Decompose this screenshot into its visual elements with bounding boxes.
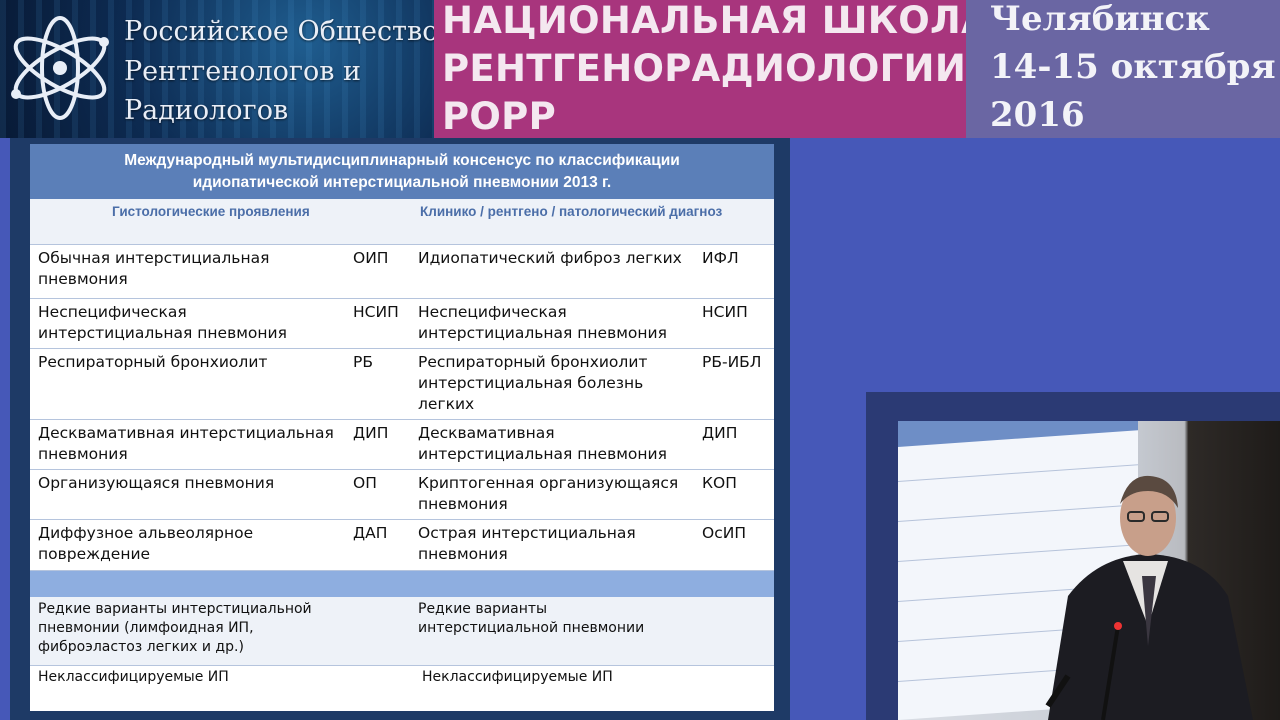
histology-abbr: РБ <box>353 353 373 371</box>
org-name-line-2: Рентгенологов и <box>124 56 362 87</box>
header-banner: Российское Общество Рентгенологов и Ради… <box>0 0 1280 138</box>
diagnosis-abbr: ДИП <box>702 424 738 442</box>
event-dates: 14-15 октября <box>990 47 1276 87</box>
rare-left-text: Редкие варианты интерстициальной <box>38 601 312 617</box>
rare-right-text: интерстициальной пневмонии <box>418 620 645 636</box>
event-year: 2016 <box>990 95 1085 135</box>
rare-variants-row: Редкие варианты интерстициальной пневмон… <box>30 597 774 666</box>
projected-slide-header <box>898 421 1138 447</box>
diagnosis-text: интерстициальная болезнь <box>418 374 644 392</box>
diagnosis-abbr: ИФЛ <box>702 249 739 267</box>
column-header-diagnosis: Клинико / рентгено / патологический диаг… <box>420 204 723 219</box>
diagnosis-abbr: ОсИП <box>702 524 746 542</box>
presentation-slide: Международный мультидисциплинарный консе… <box>30 144 774 711</box>
diagnosis-text: Респираторный бронхиолит <box>418 353 648 371</box>
histology-abbr: ДАП <box>353 524 388 542</box>
diagnosis-abbr: НСИП <box>702 303 748 321</box>
table-row: Организующаяся пневмония ОП Криптогенная… <box>30 470 774 520</box>
histology-text: Диффузное альвеолярное <box>38 524 254 542</box>
diagnosis-text: Острая интерстициальная <box>418 524 636 542</box>
diagnosis-text: пневмония <box>418 495 508 513</box>
histology-abbr: ОИП <box>353 249 389 267</box>
histology-text: повреждение <box>38 545 151 563</box>
rare-right-text: Редкие варианты <box>418 601 548 617</box>
unclassified-left: Неклассифицируемые ИП <box>38 669 229 685</box>
school-name-line-2: РЕНТГЕНОРАДИОЛОГИИ <box>442 47 967 90</box>
histology-text: Десквамативная интерстициальная <box>38 424 334 442</box>
diagnosis-abbr: РБ-ИБЛ <box>702 353 762 371</box>
table-row: Обычная интерстициальная пневмония ОИП И… <box>30 244 774 299</box>
event-city: Челябинск <box>990 0 1210 39</box>
school-banner: НАЦИОНАЛЬНАЯ ШКОЛА РЕНТГЕНОРАДИОЛОГИИ РО… <box>434 0 990 138</box>
slide-title: Международный мультидисциплинарный консе… <box>30 144 774 199</box>
table-row: Неспецифическая интерстициальная пневмон… <box>30 299 774 349</box>
slide-title-line-2: идиопатической интерстициальной пневмони… <box>192 174 612 191</box>
event-info-banner: Челябинск 14-15 октября 2016 <box>966 0 1280 138</box>
diagnosis-text: Неспецифическая <box>418 303 567 321</box>
diagnosis-abbr: КОП <box>702 474 737 492</box>
school-name-line-3: РОРР <box>442 95 557 138</box>
histology-text: Неспецифическая <box>38 303 187 321</box>
rare-left-text: фиброэластоз легких и др.) <box>38 639 244 655</box>
separator-row <box>30 571 774 597</box>
diagnosis-text: интерстициальная пневмония <box>418 324 667 342</box>
histology-text: пневмония <box>38 270 128 288</box>
org-name-line-1: Российское Общество <box>124 16 434 47</box>
table-row: Респираторный бронхиолит РБ Респираторны… <box>30 349 774 420</box>
diagnosis-text: пневмония <box>418 545 508 563</box>
histology-text: Обычная интерстициальная <box>38 249 270 267</box>
diagnosis-text: интерстициальная пневмония <box>418 445 667 463</box>
histology-abbr: ДИП <box>353 424 389 442</box>
histology-text: пневмония <box>38 445 128 463</box>
diagnosis-text: Криптогенная организующаяся <box>418 474 679 492</box>
histology-text: интерстициальная пневмония <box>38 324 287 342</box>
unclassified-right: Неклассифицируемые ИП <box>422 669 613 685</box>
speaker-figure <box>1045 475 1253 720</box>
diagnosis-text: легких <box>418 395 475 413</box>
diagnosis-text: Идиопатический фиброз легких <box>418 249 682 267</box>
org-name-line-3: Радиологов <box>124 95 289 126</box>
histology-text: Организующаяся пневмония <box>38 474 275 492</box>
speaker-video <box>898 421 1280 720</box>
society-banner: Российское Общество Рентгенологов и Ради… <box>0 0 434 138</box>
histology-abbr: НСИП <box>353 303 399 321</box>
rare-left-text: пневмонии (лимфоидная ИП, <box>38 620 254 636</box>
table-row: Диффузное альвеолярное повреждение ДАП О… <box>30 520 774 571</box>
histology-text: Респираторный бронхиолит <box>38 353 268 371</box>
histology-abbr: ОП <box>353 474 377 492</box>
school-name-line-1: НАЦИОНАЛЬНАЯ ШКОЛА <box>442 0 991 42</box>
slide-title-line-1: Международный мультидисциплинарный консе… <box>124 152 680 169</box>
atom-logo-icon <box>11 16 109 120</box>
column-header-histology: Гистологические проявления <box>112 204 310 219</box>
diagnosis-text: Десквамативная <box>418 424 555 442</box>
table-row: Десквамативная интерстициальная пневмони… <box>30 420 774 470</box>
